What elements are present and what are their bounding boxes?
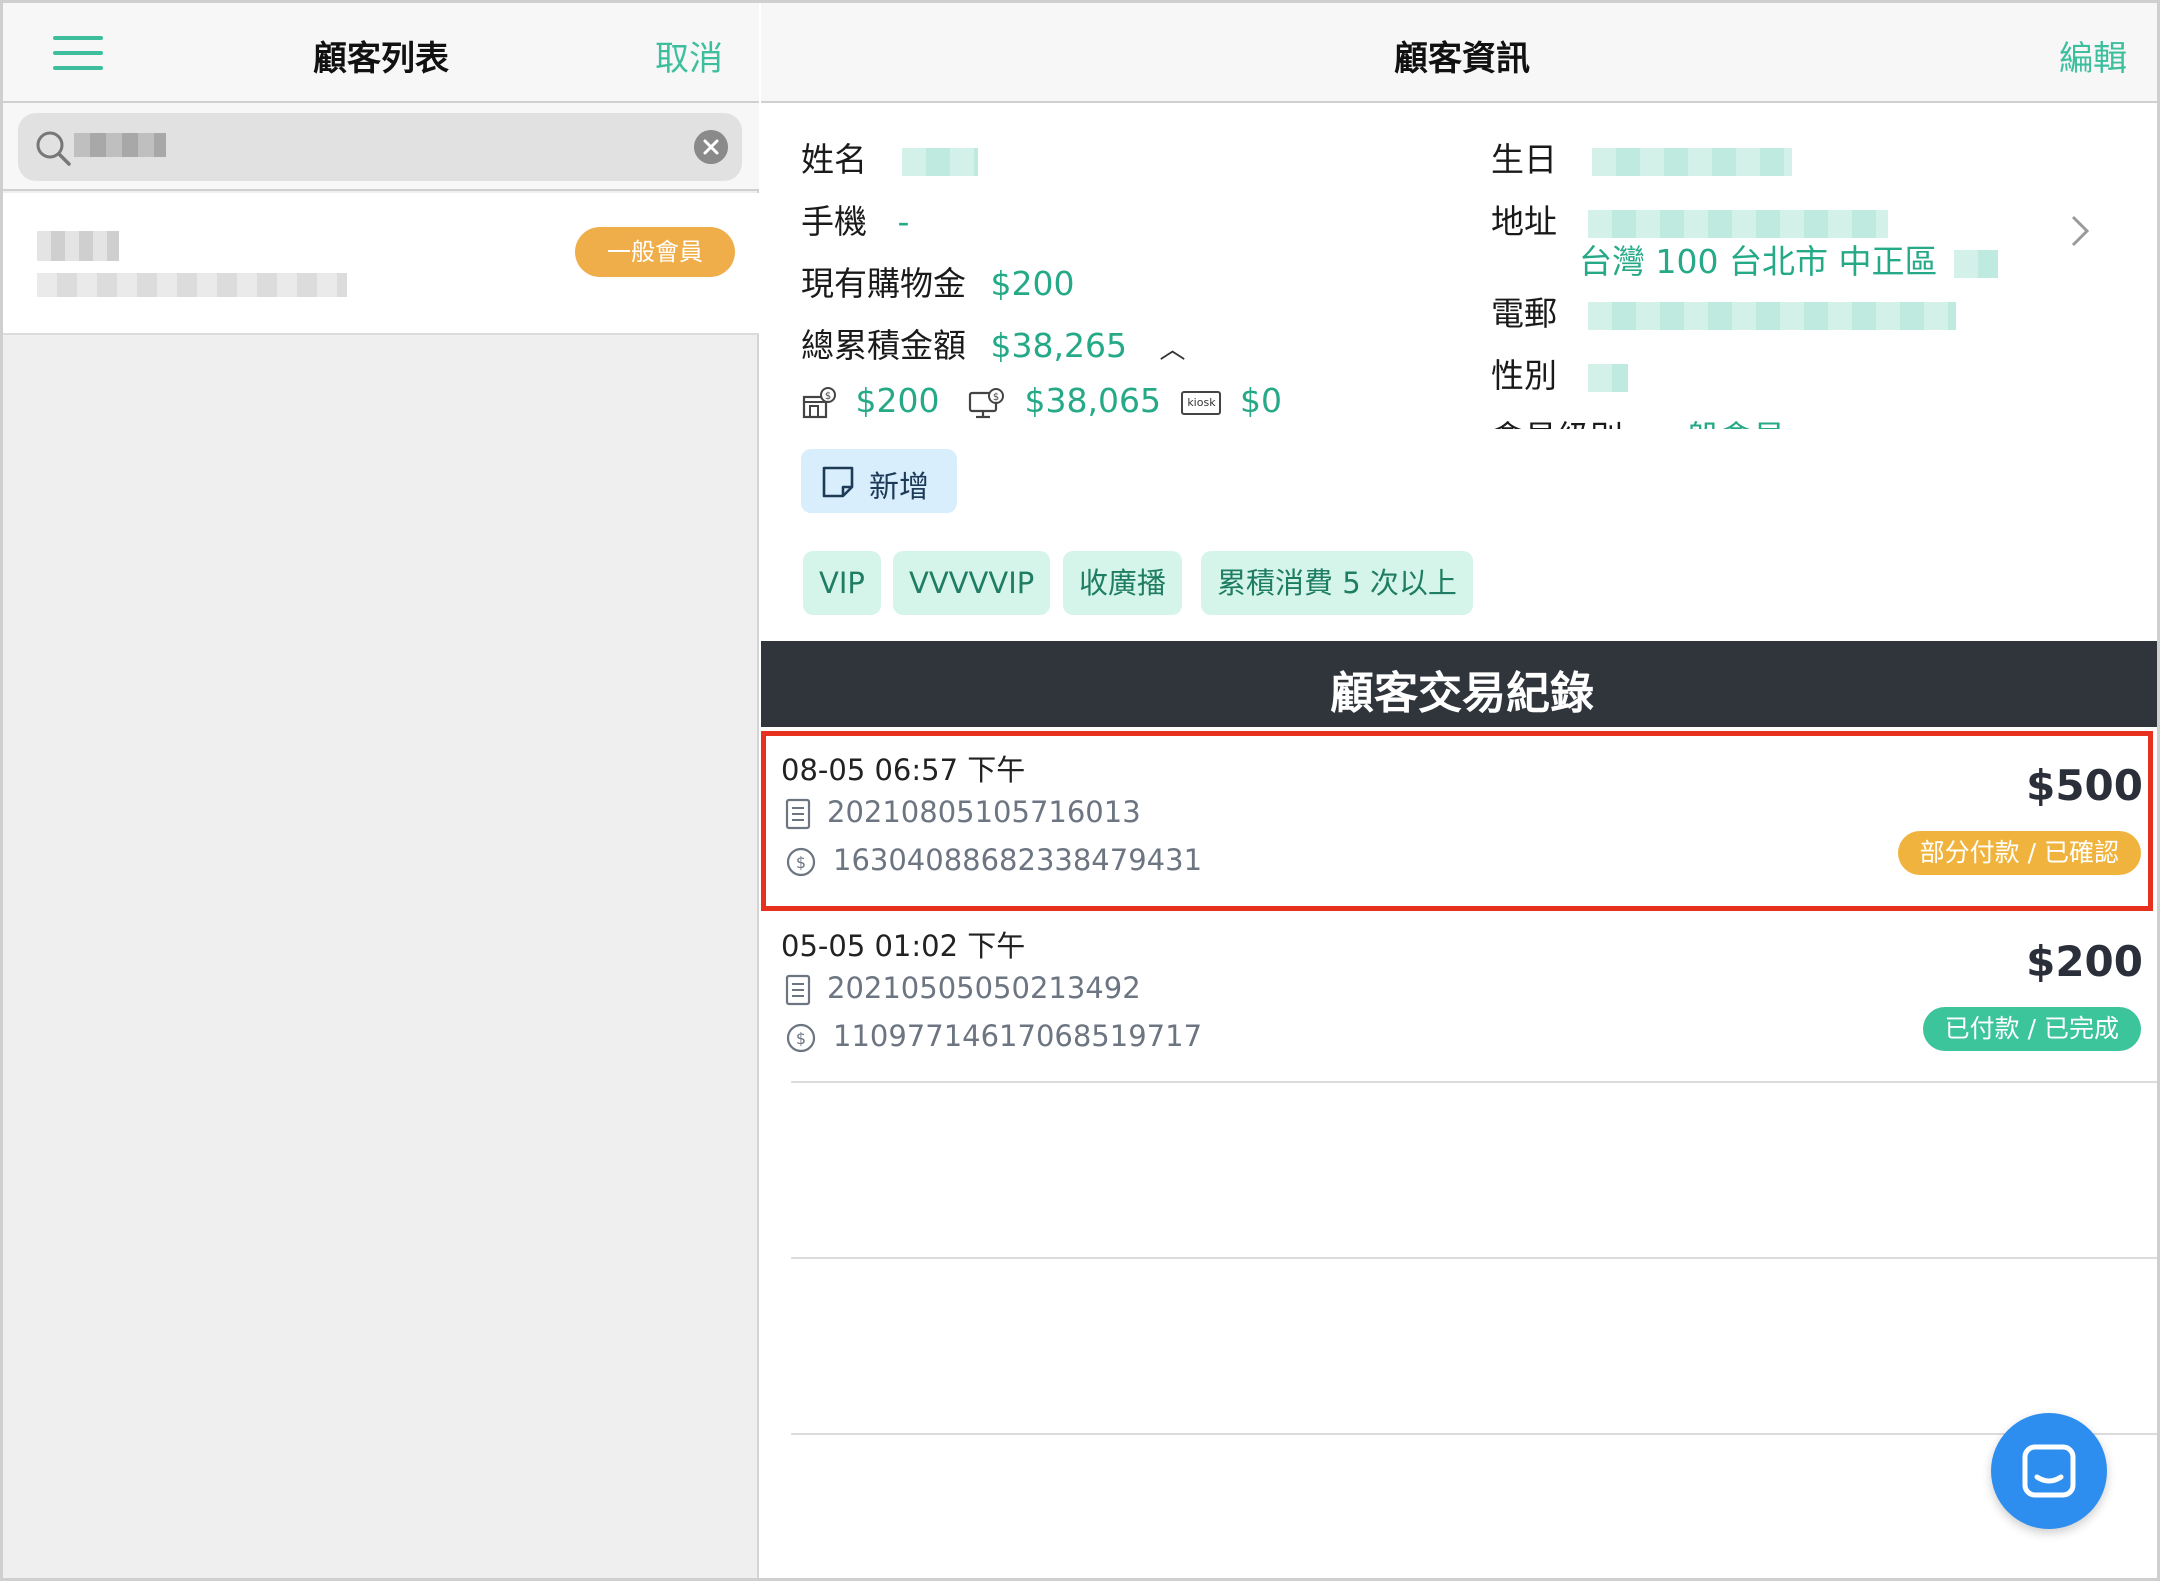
- svg-text:$: $: [796, 853, 806, 872]
- gender-row: 性別: [1491, 349, 1628, 397]
- customer-list-title: 顧客列表: [313, 39, 449, 79]
- credit-row: 現有購物金 $200: [801, 257, 1074, 305]
- payment-number-line: $ 16304088682338479431: [785, 843, 1202, 878]
- payment-number: 11097714617068519717: [833, 1019, 1203, 1053]
- receipt-icon: [785, 974, 811, 1006]
- transaction-status-badge: 部分付款 / 已確認: [1897, 831, 2141, 875]
- order-number-line: 20210805105716013: [785, 795, 1141, 830]
- chat-button[interactable]: [1991, 1413, 2107, 1529]
- row-divider: [791, 1081, 2157, 1083]
- member-level-label: 會員級別: [1491, 418, 1623, 429]
- customer-info-title: 顧客資訊: [1394, 39, 1530, 79]
- store-total-value: $200: [855, 381, 940, 420]
- search-query-redacted: [74, 133, 166, 157]
- cancel-button[interactable]: 取消: [655, 31, 723, 80]
- member-level-value: 一般會員: [1654, 418, 1786, 429]
- transaction-amount: $500: [2026, 761, 2143, 810]
- phone-value: -: [897, 202, 910, 241]
- chat-icon: [2022, 1444, 2076, 1498]
- transaction-row[interactable]: 08-05 06:57 下午 20210805105716013 $ 16304…: [761, 733, 2157, 909]
- transaction-datetime: 08-05 06:57 下午: [781, 753, 1026, 787]
- svg-text:$: $: [993, 392, 999, 403]
- online-total-value: $38,065: [1024, 381, 1161, 420]
- note-icon: [822, 466, 854, 498]
- transaction-status-badge: 已付款 / 已完成: [1922, 1007, 2141, 1051]
- tag-chip[interactable]: 累積消費 5 次以上: [1201, 551, 1473, 615]
- row-divider: [791, 1433, 2157, 1435]
- phone-label: 手機: [801, 202, 867, 241]
- customer-name-redacted: [37, 231, 119, 261]
- gender-label: 性別: [1491, 356, 1557, 395]
- kiosk-total-value: $0: [1239, 381, 1282, 420]
- order-number-line: 20210505050213492: [785, 971, 1141, 1006]
- search-icon: [36, 131, 71, 166]
- row-divider: [791, 1257, 2157, 1259]
- credit-label: 現有購物金: [801, 264, 966, 303]
- total-row[interactable]: 總累積金額 $38,265 ︿: [801, 319, 1185, 367]
- total-breakdown-row: $ $200 $ $38,065 kiosk $0: [801, 381, 1282, 420]
- transaction-amount: $200: [2026, 937, 2143, 986]
- transaction-section-header: 顧客交易紀錄: [761, 641, 2157, 727]
- dollar-circle-icon: $: [786, 1023, 816, 1053]
- email-value-redacted: [1587, 301, 1956, 330]
- payment-number-line: $ 11097714617068519717: [785, 1019, 1202, 1054]
- customer-list-item[interactable]: 一般會員: [3, 193, 759, 335]
- address-value: 台灣 100 台北市 中正區: [1579, 242, 1938, 281]
- birthday-row: 生日: [1491, 133, 1792, 181]
- order-number: 20210805105716013: [827, 795, 1141, 829]
- customer-contact-redacted: [37, 273, 347, 297]
- chevron-up-icon[interactable]: ︿: [1159, 329, 1185, 366]
- right-nav-bar: 顧客資訊 編輯: [761, 3, 2157, 103]
- total-value: $38,265: [990, 326, 1127, 365]
- payment-number: 16304088682338479431: [833, 843, 1203, 877]
- kiosk-icon: kiosk: [1181, 390, 1222, 415]
- birthday-value-redacted: [1591, 147, 1792, 176]
- address-city-row: 台灣 100 台北市 中正區: [1579, 235, 1998, 283]
- tag-chip[interactable]: 收廣播: [1063, 551, 1183, 615]
- info-right-column: 生日 地址 台灣 100 台北市 中正區 電郵 性別 會員級別 一般會員: [1491, 133, 2131, 429]
- customer-list-panel: 顧客列表 取消 一般會員: [3, 3, 759, 1578]
- chevron-right-icon[interactable]: [2069, 213, 2091, 249]
- clear-search-icon[interactable]: [694, 130, 728, 164]
- address-label: 地址: [1491, 202, 1557, 241]
- total-label: 總累積金額: [801, 326, 966, 365]
- email-row: 電郵: [1491, 287, 1956, 335]
- transaction-section-title: 顧客交易紀錄: [1330, 668, 1594, 719]
- name-row: 姓名: [801, 133, 978, 181]
- online-store-icon: $: [968, 387, 1004, 418]
- birthday-label: 生日: [1491, 140, 1557, 179]
- gender-value-redacted: [1587, 363, 1628, 392]
- svg-text:$: $: [825, 391, 831, 402]
- edit-button[interactable]: 編輯: [2059, 31, 2127, 80]
- transaction-datetime: 05-05 01:02 下午: [781, 929, 1026, 963]
- credit-value: $200: [990, 264, 1075, 303]
- receipt-icon: [785, 798, 811, 830]
- dollar-circle-icon: $: [786, 847, 816, 877]
- tag-chip[interactable]: VVVVVIP: [893, 551, 1051, 615]
- transaction-row[interactable]: 05-05 01:02 下午 20210505050213492 $ 11097…: [761, 909, 2157, 1085]
- left-nav-bar: 顧客列表 取消: [3, 3, 759, 103]
- order-number: 20210505050213492: [827, 971, 1141, 1005]
- email-label: 電郵: [1491, 294, 1557, 333]
- store-icon: $: [802, 386, 836, 418]
- search-box[interactable]: [18, 113, 742, 181]
- member-level-badge: 一般會員: [575, 227, 735, 277]
- svg-text:$: $: [796, 1029, 806, 1048]
- name-value-redacted: [901, 147, 978, 176]
- add-note-label: 新增: [869, 470, 929, 505]
- address-line-redacted: [1587, 209, 1888, 238]
- address-tail-redacted: [1953, 249, 1998, 278]
- member-level-row: 會員級別 一般會員: [1491, 411, 1786, 429]
- tag-chip[interactable]: VIP: [803, 551, 881, 615]
- name-label: 姓名: [801, 140, 867, 179]
- add-note-button[interactable]: 新增: [801, 449, 957, 513]
- phone-row: 手機 -: [801, 195, 909, 243]
- customer-detail-panel: 顧客資訊 編輯 姓名 手機 - 現有購物金 $200 總累積金額 $38,265…: [761, 3, 2157, 1578]
- search-area: [3, 103, 759, 191]
